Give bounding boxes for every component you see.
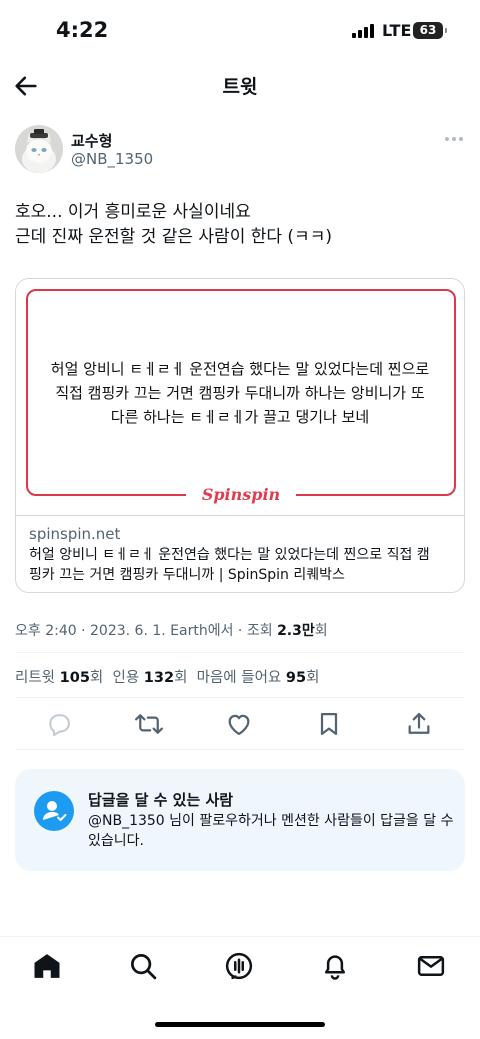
battery-icon: 63 [413, 22, 447, 39]
signal-icon [352, 24, 376, 38]
notifications-icon[interactable] [320, 951, 350, 981]
more-options-icon[interactable] [443, 133, 465, 145]
bookmark-icon[interactable] [315, 710, 343, 738]
retweets-label: 리트윗 [15, 670, 56, 686]
display-name[interactable]: 교수형 [71, 130, 112, 151]
home-indicator [155, 1022, 325, 1027]
action-bar [0, 706, 480, 742]
card-divider [16, 515, 464, 516]
network-label: LTE [382, 21, 412, 40]
divider [15, 749, 465, 750]
quotes-label: 인용 [112, 670, 140, 686]
home-icon[interactable] [32, 951, 62, 981]
brand-logo-container: Spinspin [186, 483, 296, 507]
tweet-stats: 리트윗 105회 인용 132회 마음에 들어요 95회 [15, 666, 319, 687]
retweet-icon[interactable] [135, 710, 163, 738]
card-image-text: 허얼 앙비니 ㅌㅔㄹㅔ 운전연습 했다는 말 있었다는데 찐으로 직접 캠핑카 … [40, 357, 440, 429]
spinspin-logo: Spinspin [201, 485, 281, 504]
tweet-author: 교수형 @NB_1350 [15, 125, 465, 177]
retweets-count: 105 [59, 670, 90, 686]
tweet-line: 호오... 이거 흥미로운 사실이네요 [15, 202, 251, 222]
cat-avatar-icon [15, 125, 63, 173]
quotes-count: 132 [143, 670, 175, 686]
link-card[interactable]: 허얼 앙비니 ㅌㅔㄹㅔ 운전연습 했다는 말 있었다는데 찐으로 직접 캠핑카 … [15, 278, 465, 593]
views-unit: 회 [314, 623, 328, 639]
card-image: 허얼 앙비니 ㅌㅔㄹㅔ 운전연습 했다는 말 있었다는데 찐으로 직접 캠핑카 … [16, 279, 464, 515]
tweet-line: 근데 진짜 운전할 것 같은 사람이 한다 (ㅋㅋ) [15, 227, 332, 247]
nav-bar: 트윗 [0, 62, 480, 108]
messages-icon[interactable] [416, 951, 446, 981]
views-count: 2.3만 [277, 623, 315, 639]
retweets-unit: 회 [89, 670, 104, 686]
reply-restriction-line: 있습니다. [88, 833, 144, 849]
views-label: 조회 [246, 623, 273, 639]
tweet-time: 오후 2:40 [15, 623, 77, 639]
card-domain: spinspin.net [29, 525, 121, 543]
card-image-line: 다른 하나는 ㅌㅔㄹㅔ가 끌고 댕기나 보네 [110, 408, 370, 426]
likes-count: 95 [285, 670, 307, 686]
spaces-icon[interactable] [224, 951, 254, 981]
page-title: 트윗 [222, 76, 258, 98]
tweet-date: 2023. 6. 1. [90, 623, 166, 639]
card-description-line: 허얼 앙비니 ㅌㅔㄹㅔ 운전연습 했다는 말 있었다는데 찐으로 직접 캠 [29, 547, 430, 563]
likes-unit: 회 [306, 670, 320, 686]
reply-restriction-title: 답글을 달 수 있는 사람 [88, 791, 234, 809]
likes-label: 마음에 들어요 [196, 670, 282, 686]
divider [15, 652, 465, 653]
card-description-line: 핑카 끄는 거면 캠핑카 두대니까 | SpinSpin 리퀘박스 [29, 567, 345, 583]
likes-stat[interactable]: 마음에 들어요 95회 [197, 670, 320, 686]
card-image-line: 허얼 앙비니 ㅌㅔㄹㅔ 운전연습 했다는 말 있었다는데 찐으로 [50, 360, 430, 378]
reply-permission-icon [34, 791, 74, 831]
avatar[interactable] [15, 125, 63, 173]
reply-restriction-line: @NB_1350 님이 팔로우하거나 멘션한 사람들이 답글을 달 수 [88, 813, 454, 829]
retweets-stat[interactable]: 리트윗 105회 [15, 670, 103, 686]
reply-icon[interactable] [45, 710, 73, 738]
card-description: 허얼 앙비니 ㅌㅔㄹㅔ 운전연습 했다는 말 있었다는데 찐으로 직접 캠 핑카… [29, 545, 455, 585]
tweet-text: 호오... 이거 흥미로운 사실이네요 근데 진짜 운전할 것 같은 사람이 한… [15, 200, 465, 250]
reply-restriction-description: @NB_1350 님이 팔로우하거나 멘션한 사람들이 답글을 달 수 있습니다… [88, 811, 454, 851]
status-bar: 4:22 LTE 63 [0, 0, 480, 62]
reply-restriction-box: 답글을 달 수 있는 사람 @NB_1350 님이 팔로우하거나 멘션한 사람들… [15, 769, 465, 871]
divider [15, 697, 465, 698]
search-icon[interactable] [128, 951, 158, 981]
card-image-line: 직접 캠핑카 끄는 거면 캠핑카 두대니까 하나는 앙비니가 또 [55, 384, 425, 402]
status-time: 4:22 [56, 18, 109, 42]
bottom-tab-bar [0, 936, 480, 996]
like-icon[interactable] [225, 710, 253, 738]
tweet-source[interactable]: Earth에서 [170, 623, 233, 639]
quotes-stat[interactable]: 인용 132회 [112, 670, 187, 686]
share-icon[interactable] [405, 710, 433, 738]
quotes-unit: 회 [174, 670, 188, 686]
tweet-meta: 오후 2:40 · 2023. 6. 1. Earth에서 · 조회 2.3만회 [15, 623, 328, 639]
user-handle[interactable]: @NB_1350 [71, 150, 153, 168]
